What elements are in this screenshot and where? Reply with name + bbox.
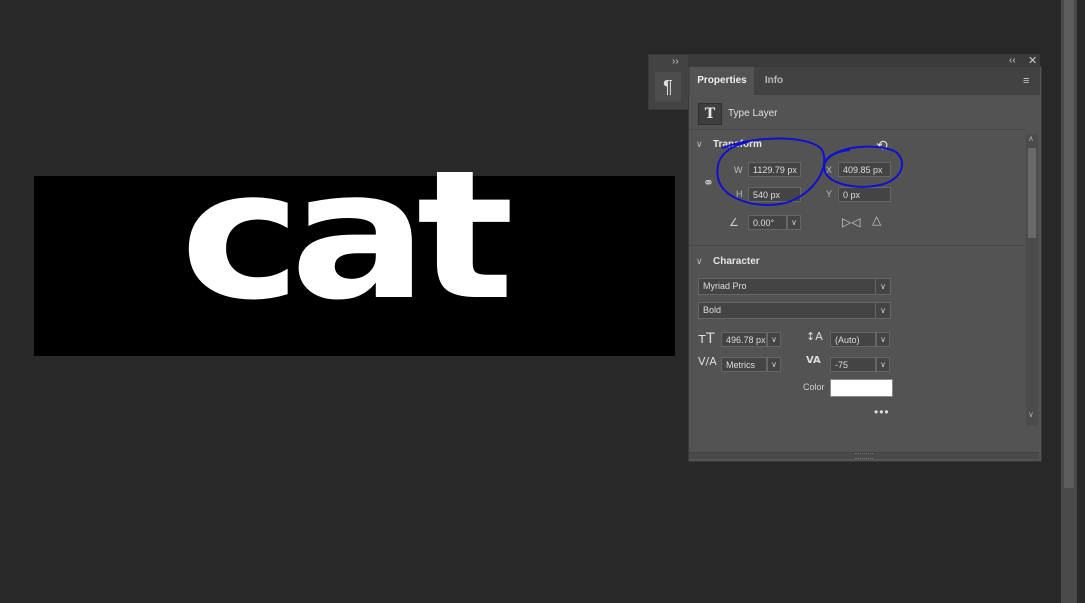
tab-info[interactable]: Info: [756, 67, 792, 95]
font-size-dropdown[interactable]: ∨: [767, 332, 781, 347]
tracking-field[interactable]: -75: [830, 357, 876, 372]
flip-horizontal-icon[interactable]: ▷◁: [842, 215, 860, 229]
h-label: H: [736, 189, 743, 199]
section-divider: [689, 245, 1025, 246]
leading-dropdown[interactable]: ∨: [876, 332, 890, 347]
expand-dock-icon[interactable]: ››: [672, 56, 679, 67]
character-section-title[interactable]: Character: [713, 256, 760, 267]
font-size-field[interactable]: 496.78 px: [721, 332, 767, 347]
chevron-down-icon[interactable]: ∨: [875, 303, 890, 318]
font-style-value: Bold: [703, 305, 722, 315]
kerning-dropdown[interactable]: ∨: [767, 357, 781, 372]
paragraph-icon[interactable]: ¶: [655, 72, 681, 102]
font-family-value: Myriad Pro: [703, 281, 747, 291]
scroll-down-icon[interactable]: ∨: [1028, 410, 1034, 419]
chevron-down-icon[interactable]: ∨: [696, 256, 703, 267]
chevron-down-icon[interactable]: ∨: [696, 139, 703, 150]
height-field[interactable]: 540 px: [748, 187, 801, 202]
reset-icon[interactable]: ⟲: [876, 137, 888, 154]
resize-grip-icon[interactable]: [855, 453, 873, 459]
flip-vertical-icon[interactable]: △: [872, 213, 881, 227]
color-swatch[interactable]: [830, 379, 893, 397]
kerning-icon: V/A: [698, 355, 717, 368]
more-icon[interactable]: •••: [874, 405, 890, 419]
layer-type-label: Type Layer: [728, 108, 778, 119]
app-scrollbar-thumb[interactable]: [1064, 0, 1074, 488]
transform-section-title[interactable]: Transform: [713, 139, 762, 150]
y-field[interactable]: 0 px: [838, 187, 891, 202]
collapse-panel-icon[interactable]: ‹‹: [1009, 55, 1016, 66]
scroll-up-icon[interactable]: ∧: [1028, 134, 1034, 143]
panel-scrollbar-thumb[interactable]: [1028, 148, 1036, 238]
document-canvas[interactable]: cat: [34, 146, 675, 356]
chevron-down-icon[interactable]: ∨: [875, 279, 890, 294]
x-field[interactable]: 409.85 px: [838, 162, 891, 177]
panel-menu-icon[interactable]: ≡: [1023, 75, 1029, 87]
tab-properties[interactable]: Properties: [690, 67, 754, 95]
kerning-field[interactable]: Metrics: [721, 357, 767, 372]
angle-dropdown[interactable]: ∨: [787, 215, 801, 230]
link-icon[interactable]: ⚭: [703, 175, 714, 191]
font-family-select[interactable]: Myriad Pro ∨: [698, 278, 891, 295]
font-style-select[interactable]: Bold ∨: [698, 302, 891, 319]
angle-icon: ∠: [729, 217, 739, 229]
width-field[interactable]: 1129.79 px: [748, 162, 801, 177]
leading-field[interactable]: (Auto): [830, 332, 876, 347]
font-size-icon: тT: [698, 331, 715, 347]
tracking-dropdown[interactable]: ∨: [876, 357, 890, 372]
x-label: X: [826, 165, 833, 175]
w-label: W: [734, 165, 743, 175]
y-label: Y: [826, 189, 833, 199]
color-label: Color: [803, 382, 825, 392]
tracking-icon: VA: [806, 355, 821, 366]
angle-field[interactable]: 0.00°: [748, 215, 787, 230]
leading-icon: ↕A: [806, 330, 823, 343]
type-icon: T: [698, 103, 722, 125]
canvas-text[interactable]: cat: [180, 146, 514, 326]
